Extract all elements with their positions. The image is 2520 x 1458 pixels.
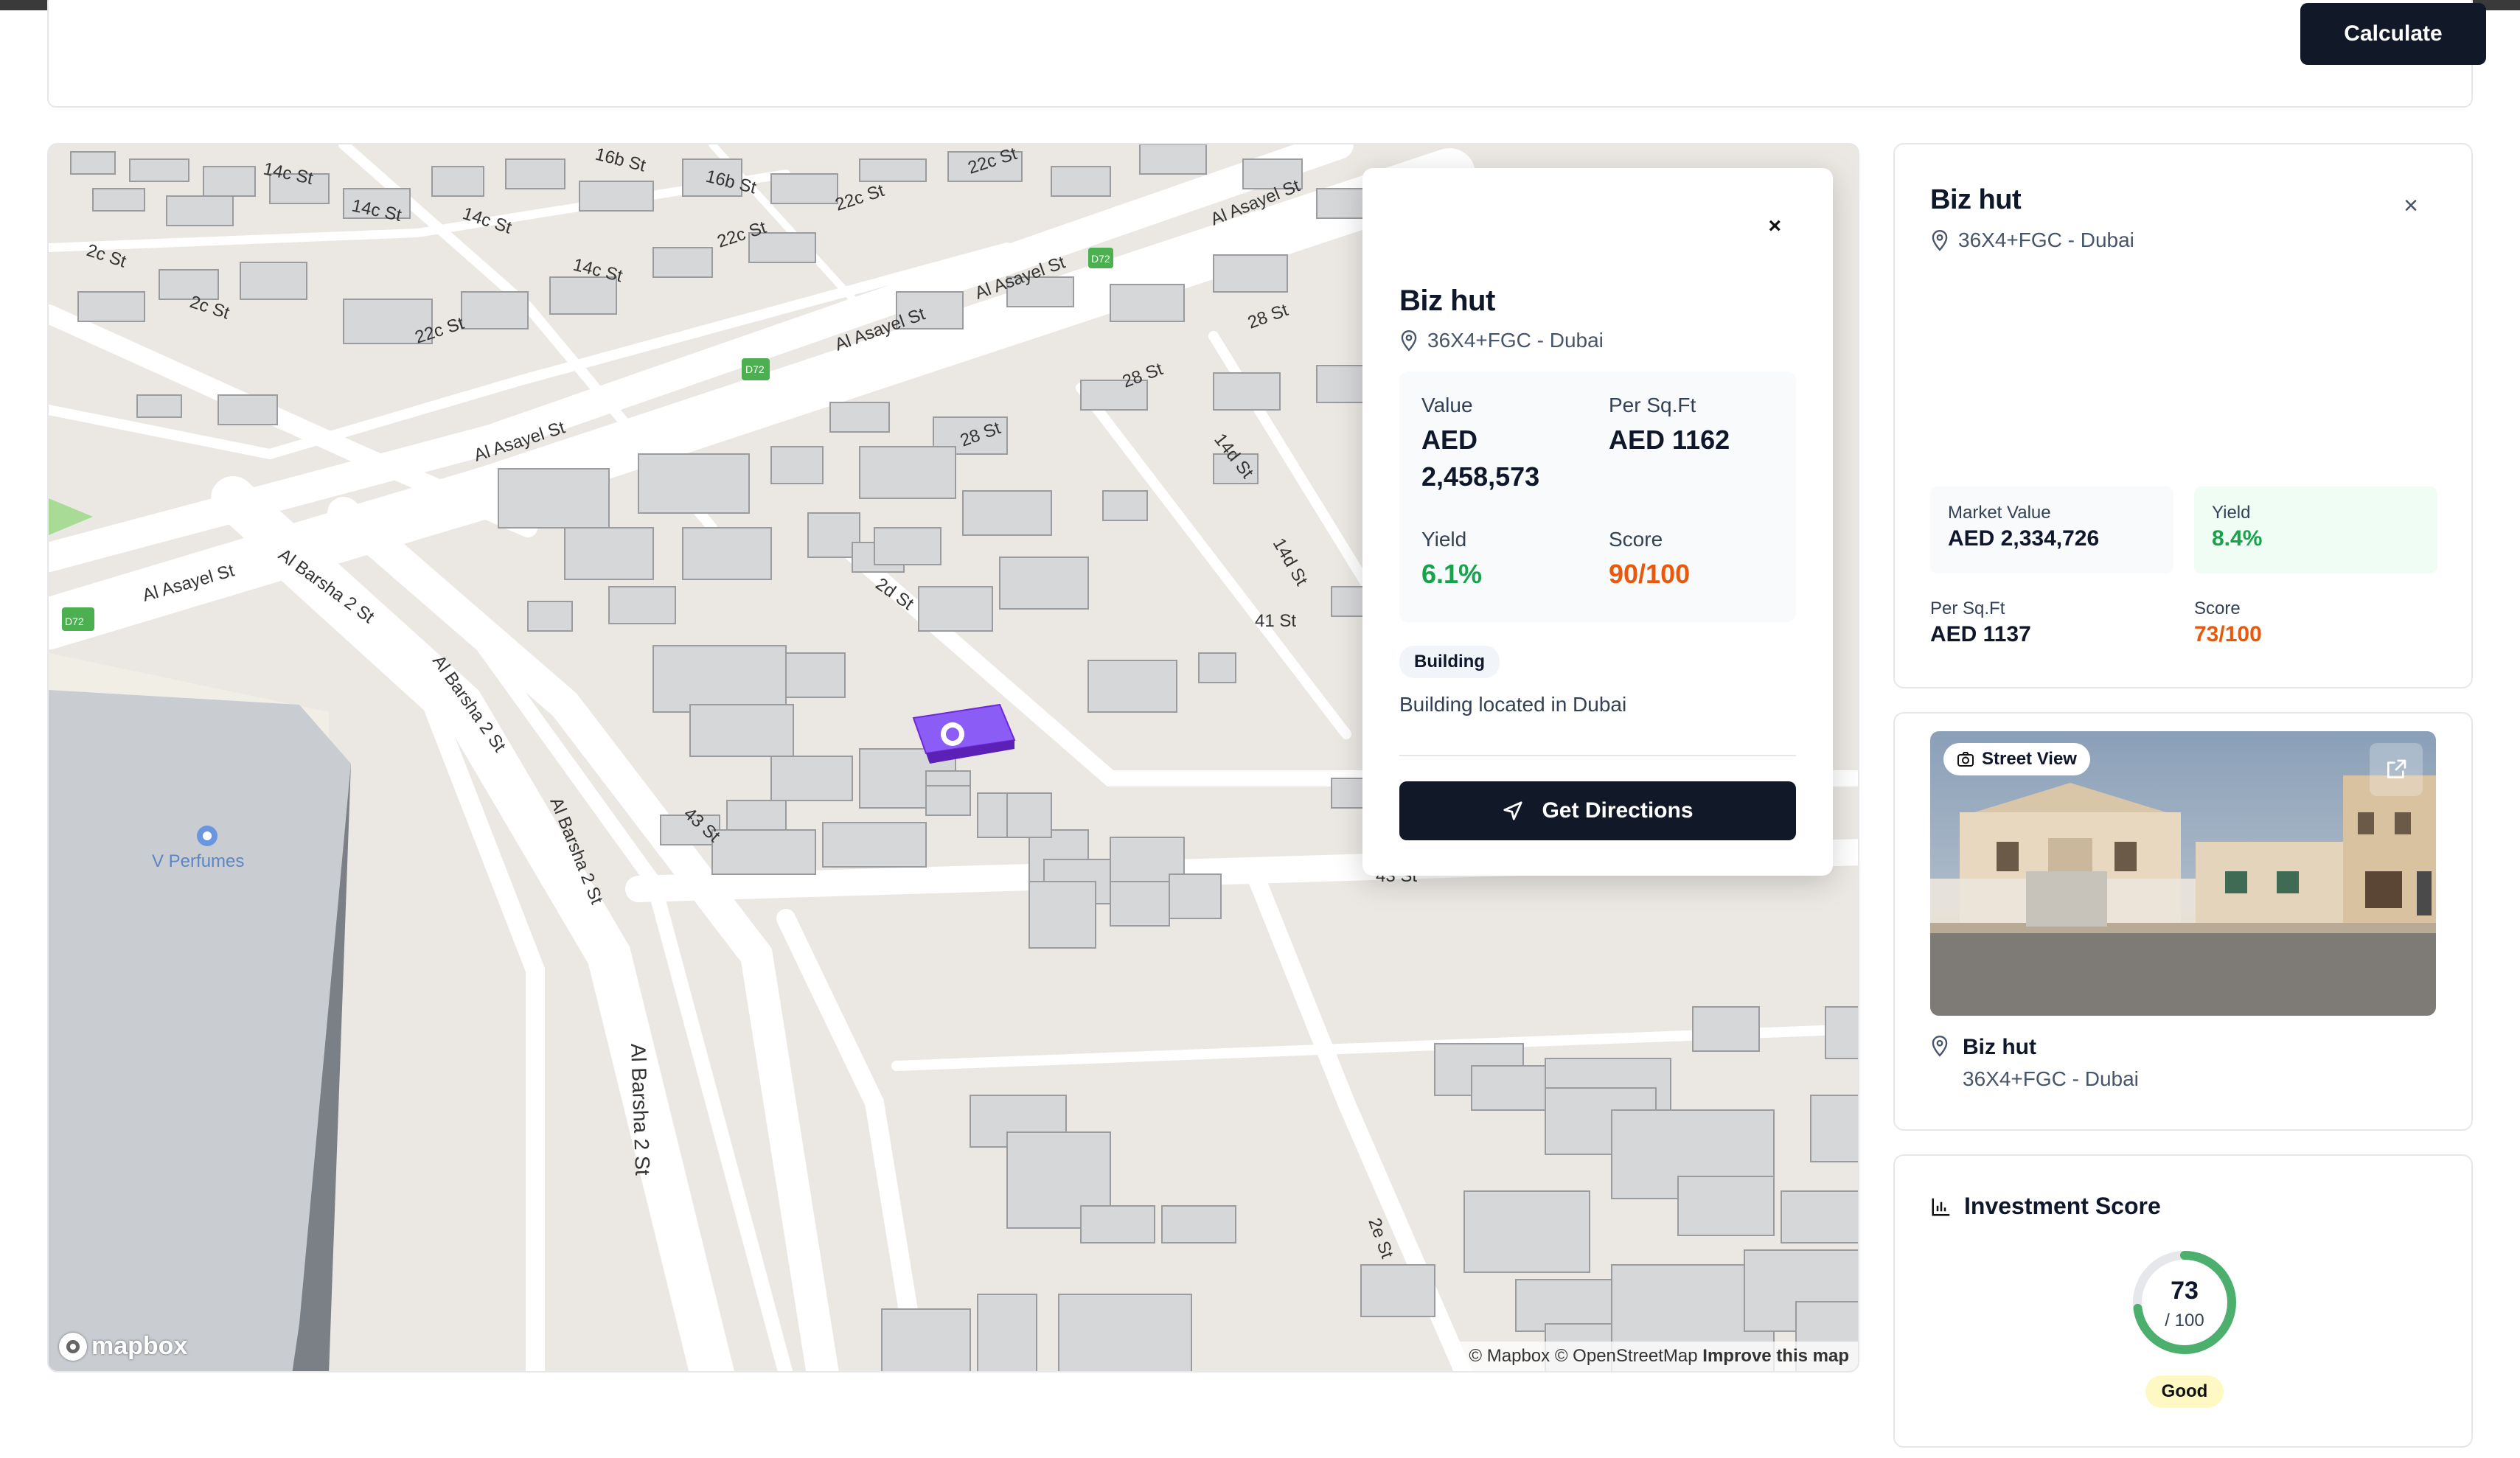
score-value: 73 xyxy=(2171,1277,2199,1305)
street-view-image[interactable]: Street View xyxy=(1930,731,2436,1016)
route-shield-label: D72 xyxy=(65,615,84,627)
open-external-button[interactable] xyxy=(2370,743,2423,796)
bar-chart-icon xyxy=(1932,1198,1950,1215)
yield-tile: Yield 8.4% xyxy=(2194,486,2437,573)
external-link-icon xyxy=(2387,759,2406,778)
improve-map-link[interactable]: Improve this map xyxy=(1702,1346,1849,1366)
location-pin-icon xyxy=(1401,329,1417,352)
popup-close-button[interactable]: × xyxy=(1768,214,1781,239)
svg-text:Al Barsha 2 St: Al Barsha 2 St xyxy=(627,1043,654,1176)
score-ring: 73 / 100 xyxy=(2131,1249,2238,1356)
attribution-text[interactable]: © Mapbox © OpenStreetMap xyxy=(1469,1346,1697,1366)
popup-stats-box: Value AED 2,458,573 Per Sq.Ft AED 1162 Yi… xyxy=(1399,372,1796,622)
popup-stats: Value AED 2,458,573 Per Sq.Ft AED 1162 Yi… xyxy=(1399,372,1796,789)
calculate-button[interactable]: Calculate xyxy=(2300,3,2486,65)
investment-score-title: Investment Score xyxy=(1930,1193,2161,1220)
mapbox-logo-icon xyxy=(59,1332,87,1361)
per-sqft-field: Per Sq.Ft AED 1137 xyxy=(1930,599,2031,646)
map-attribution: © Mapbox © OpenStreetMap Improve this ma… xyxy=(1460,1342,1858,1371)
navigation-arrow-icon xyxy=(1503,801,1523,820)
calculator-panel: Calculate xyxy=(47,0,2486,108)
street-view-place: Biz hut 36X4+FGC - Dubai xyxy=(1930,1035,2139,1091)
poi-label[interactable]: V Perfumes xyxy=(152,851,244,871)
street-view-card: Street View Biz hut 36X4+FGC - Dubai xyxy=(1893,712,2473,1131)
get-directions-button[interactable]: Get Directions xyxy=(1399,781,1796,840)
popup-divider xyxy=(1399,755,1796,756)
location-pin-icon xyxy=(1932,1035,1948,1057)
mapbox-logo: mapbox xyxy=(59,1332,187,1361)
value-stat: Value AED 2,458,573 xyxy=(1421,394,1540,492)
svg-text:D72: D72 xyxy=(745,363,765,375)
details-address: 36X4+FGC - Dubai xyxy=(1930,229,2134,252)
yield-stat: Yield 6.1% xyxy=(1421,528,1483,589)
location-pin-icon xyxy=(1932,229,1948,251)
property-details-card: Biz hut × 36X4+FGC - Dubai Market Value … xyxy=(1893,143,2473,688)
popup-address: 36X4+FGC - Dubai xyxy=(1399,329,1604,352)
score-max: / 100 xyxy=(2165,1311,2204,1330)
street-view-place-name: Biz hut xyxy=(1963,1035,2036,1059)
details-close-button[interactable]: × xyxy=(2404,192,2418,220)
street-view-badge: Street View xyxy=(1943,743,2090,775)
details-title: Biz hut xyxy=(1930,184,2022,215)
score-rating-badge: Good xyxy=(2145,1375,2224,1408)
svg-text:D72: D72 xyxy=(1091,253,1110,265)
street-view-place-address: 36X4+FGC - Dubai xyxy=(1963,1067,2139,1090)
investment-score-card: Investment Score 73 / 100 Good xyxy=(1893,1154,2473,1448)
camera-icon xyxy=(1957,752,1974,767)
type-badge: Building xyxy=(1399,646,1500,678)
popup-title: Biz hut xyxy=(1399,285,1495,317)
score-field: Score 73/100 xyxy=(2194,599,2262,646)
market-value-tile: Market Value AED 2,334,726 xyxy=(1930,486,2173,573)
per-sqft-stat: Per Sq.Ft AED 1162 xyxy=(1609,394,1730,455)
property-popup: × Biz hut 36X4+FGC - Dubai Value AED 2,45… xyxy=(1362,168,1833,876)
svg-text:41 St: 41 St xyxy=(1255,611,1296,631)
score-stat: Score 90/100 xyxy=(1609,528,1691,589)
popup-description: Building located in Dubai xyxy=(1399,693,1627,716)
